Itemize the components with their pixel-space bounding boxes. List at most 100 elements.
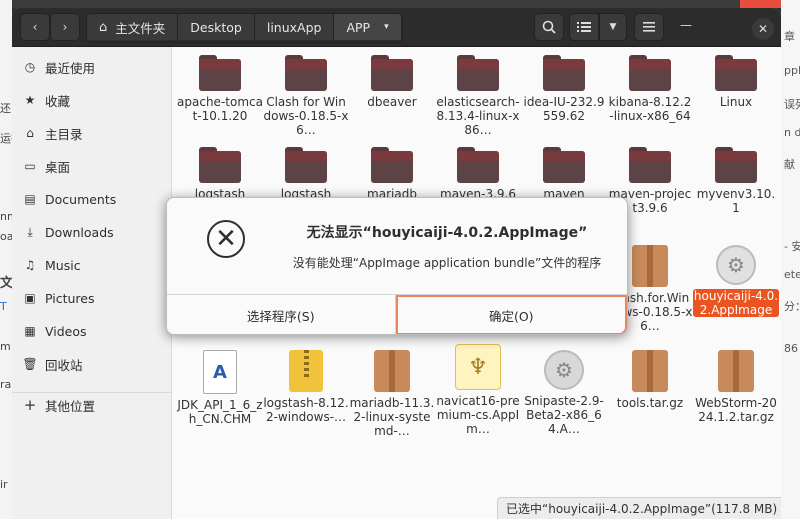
file-item-selected[interactable]: ⚙ houyicaiji-4.0.2.AppImage [693,245,779,317]
folder-icon [285,55,327,91]
file-item[interactable]: mariadb-11.3.2-linux-systemd-… [349,350,435,438]
file-name: JDK_API_1_6_zh_CN.CHM [177,398,263,426]
folder-icon [199,147,241,183]
bg-right-text: 献 [784,158,795,171]
file-item[interactable]: kibana-8.12.2-linux-x86_64 [607,55,693,123]
chevron-down-icon: ▼ [609,22,617,32]
sidebar-item-label: 收藏 [45,93,71,109]
bg-right-text: 分： [784,300,800,313]
sidebar-item-downloads[interactable]: ⤓ Downloads [12,217,171,247]
folder-icon [543,55,585,91]
error-circle-icon: ✕ [207,220,245,258]
view-options-button[interactable]: ▼ [599,13,627,41]
chm-document-icon: A [203,350,237,394]
sidebar-item-home[interactable]: ⌂ 主目录 [12,118,171,148]
file-item[interactable]: dbeaver [349,55,435,109]
file-item[interactable]: ⚙ Snipaste-2.9-Beta2-x86_64.A… [521,350,607,436]
sidebar-item-videos[interactable]: ▦ Videos [12,316,171,346]
file-item[interactable]: logstash [263,147,349,201]
view-toggle-button[interactable] [569,13,599,41]
file-item[interactable]: Clash for Windows-0.18.5-x6… [263,55,349,137]
close-icon: ✕ [757,22,769,36]
sidebar-item-music[interactable]: ♫ Music [12,250,171,280]
sidebar-item-pictures[interactable]: ▣ Pictures [12,283,171,313]
file-item[interactable]: myvenv3.10.1 [693,147,779,215]
sidebar-item-label: 最近使用 [45,60,96,76]
file-name: logstash-8.12.2-windows-… [263,396,349,424]
choose-program-button[interactable]: 选择程序(S) [167,295,396,334]
file-item[interactable]: apache-tomcat-10.1.20 [177,55,263,123]
background-left-panel: 还 运行 nm oa 文 T m ra ir [0,0,22,519]
folder-icon [199,55,241,91]
file-name: dbeaver [367,95,417,109]
back-button[interactable]: ‹ [20,13,50,41]
sidebar-item-desktop[interactable]: ▭ 桌面 [12,151,171,181]
close-button[interactable]: ✕ [752,18,774,40]
background-right-panel: 章 ppIm 误列 n d 献 - 安 etes 分： 86 [781,0,800,519]
file-item[interactable]: elasticsearch-8.13.4-linux-x86… [435,55,521,137]
folder-icon [543,147,585,183]
bg-right-text: - 安 [784,240,800,253]
sidebar-item-trash[interactable]: 🗑 回收站 [12,349,171,379]
package-icon [632,245,668,287]
breadcrumb-app[interactable]: APP ▾ [334,14,402,40]
folder-icon [715,147,757,183]
breadcrumb-home[interactable]: ⌂ 主文件夹 [87,14,179,40]
file-name: Snipaste-2.9-Beta2-x86_64.A… [524,394,604,436]
file-name: tools.tar.gz [616,396,684,410]
folder-icon [715,55,757,91]
sidebar-item-label: Documents [45,191,117,207]
zip-archive-icon [289,350,323,392]
ok-button[interactable]: 确定(O) [395,295,627,334]
file-item[interactable]: mariadb [349,147,435,201]
bg-right-text: ppIm [784,64,800,77]
bg-right-text: etes [784,268,800,281]
breadcrumb: ⌂ 主文件夹 Desktop linuxApp APP ▾ [86,13,403,43]
bg-right-text: 误列 [784,98,800,111]
file-name: Clash for Windows-0.18.5-x6… [263,95,349,137]
sidebar-item-label: 主目录 [45,126,83,142]
file-name: apache-tomcat-10.1.20 [177,95,263,123]
dialog-title: 无法显示“houyicaiji-4.0.2.AppImage” [306,225,588,241]
status-bar: 已选中“houyicaiji-4.0.2.AppImage”(117.8 MB) [497,497,781,519]
folder-icon [371,55,413,91]
file-name: kibana-8.12.2-linux-x86_64 [608,95,692,123]
file-item[interactable]: maven-3.9.6 [435,147,521,201]
file-name: idea-IU-232.9559.62 [523,95,605,123]
package-icon [374,350,410,392]
minimize-button[interactable]: — [680,18,692,32]
search-icon [542,20,556,34]
music-icon: ♫ [24,258,36,272]
breadcrumb-desktop[interactable]: Desktop [178,14,255,40]
menu-button[interactable] [634,13,664,41]
file-item[interactable]: maven [521,147,607,201]
star-icon: ★ [24,93,36,107]
file-item[interactable]: idea-IU-232.9559.62 [521,55,607,123]
file-item[interactable]: A JDK_API_1_6_zh_CN.CHM [177,350,263,426]
file-item[interactable]: tools.tar.gz [607,350,693,410]
sidebar-item-label: Pictures [45,290,95,306]
file-item[interactable]: logstash [177,147,263,201]
minimize-icon: — [680,18,692,32]
document-icon: ▤ [24,192,36,206]
search-button[interactable] [534,13,564,41]
forward-button[interactable]: › [50,13,80,41]
sidebar-item-other-locations[interactable]: + 其他位置 [12,390,171,420]
breadcrumb-linuxapp[interactable]: linuxApp [254,14,335,40]
sidebar-item-label: 桌面 [45,159,71,175]
file-item[interactable]: WebStorm-2024.1.2.tar.gz [693,350,779,424]
folder-icon [629,55,671,91]
bg-right-text: 86 [784,342,798,355]
file-item[interactable]: Linux [693,55,779,109]
file-item[interactable]: logstash-8.12.2-windows-… [263,350,349,424]
sidebar-item-starred[interactable]: ★ 收藏 [12,85,171,115]
sidebar-item-documents[interactable]: ▤ Documents [12,184,171,214]
bg-left-text: m [0,340,11,353]
package-icon [632,350,668,392]
file-name: mariadb-11.3.2-linux-systemd-… [349,396,435,438]
folder-icon [371,147,413,183]
file-item[interactable]: ♆ navicat16-premium-cs.AppIm… [435,344,521,436]
bg-left-text: T [0,300,7,313]
picture-icon: ▣ [24,291,36,305]
sidebar-item-recent[interactable]: ◷ 最近使用 [12,52,171,82]
